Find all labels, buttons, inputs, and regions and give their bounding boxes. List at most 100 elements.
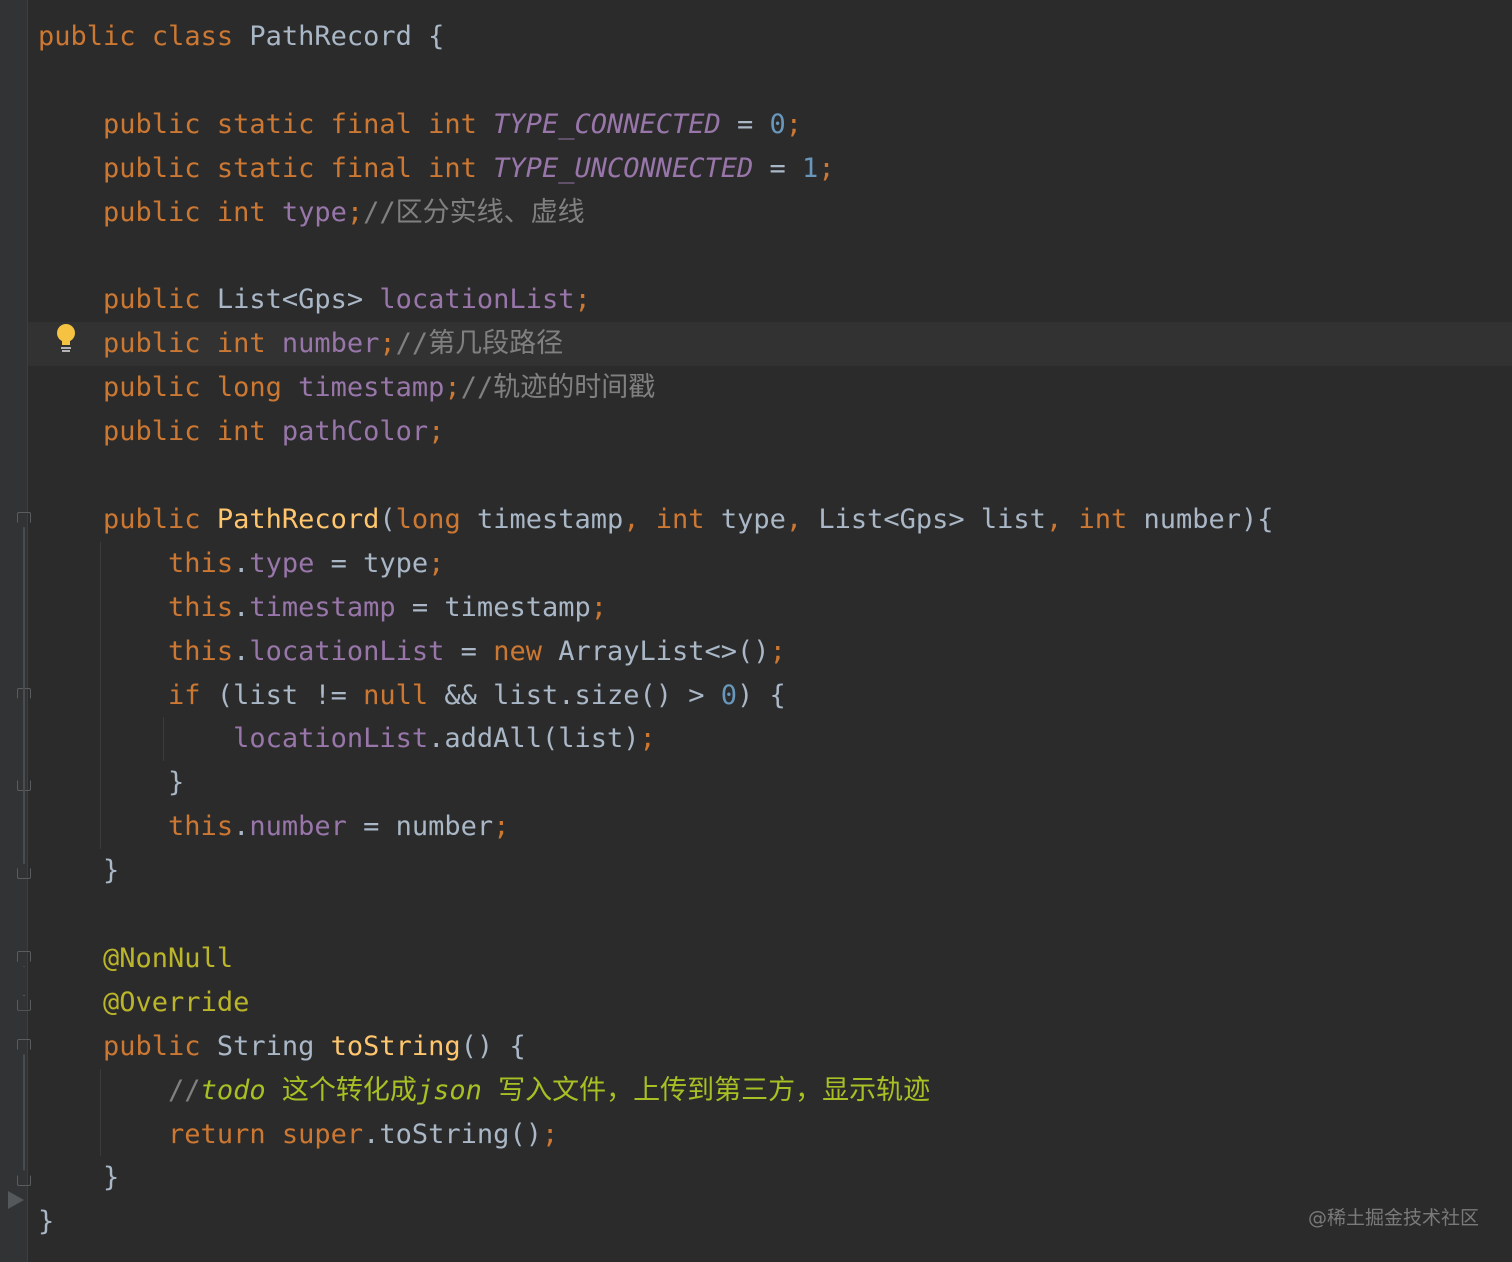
code-token: this (168, 591, 234, 623)
code-line[interactable]: } (38, 1156, 119, 1200)
code-line[interactable]: } (38, 761, 184, 805)
code-token: public (103, 503, 201, 535)
code-token: = number (346, 811, 494, 843)
code-token: ; (590, 591, 607, 623)
code-token: = type (314, 547, 429, 579)
code-token: . (233, 811, 250, 843)
code-token: ; (574, 284, 591, 316)
code-token: number (249, 811, 347, 843)
code-token: 0 (769, 108, 786, 140)
code-line[interactable]: return super.toString(); (38, 1113, 558, 1157)
code-token: int (655, 503, 705, 535)
code-token: number (281, 328, 380, 360)
indent-guide (100, 541, 102, 850)
code-token: @Override (103, 986, 250, 1018)
code-token: PathRecord (216, 503, 380, 535)
code-token: public int (103, 416, 266, 448)
code-editor[interactable]: public class PathRecord { public static … (0, 0, 1512, 1262)
code-token: } (38, 767, 185, 799)
code-line[interactable]: public class PathRecord { (38, 15, 444, 59)
code-line[interactable]: @Override (38, 981, 249, 1025)
code-line[interactable]: } (38, 1200, 54, 1244)
code-token: pathColor (281, 416, 429, 448)
indent-guide (100, 1068, 102, 1157)
code-token: timestamp (249, 591, 396, 623)
code-token: toString (330, 1030, 461, 1062)
code-line[interactable]: public int number;//第几段路径 (38, 322, 563, 366)
code-token: ; (818, 152, 835, 184)
code-token: locationList (233, 723, 429, 755)
code-token: . (233, 547, 250, 579)
code-token: public static final int (103, 152, 477, 184)
code-token: , (1045, 503, 1079, 535)
code-token: .toString() (363, 1118, 542, 1150)
code-line[interactable]: public PathRecord(long timestamp, int ty… (38, 498, 1274, 542)
code-token: long (395, 503, 461, 535)
code-token: type (249, 547, 315, 579)
code-token: ; (769, 635, 786, 667)
code-token: } (38, 1162, 120, 1194)
code-token: null (363, 679, 429, 711)
code-line[interactable]: public static final int TYPE_CONNECTED =… (38, 103, 802, 147)
code-line[interactable]: @NonNull (38, 937, 233, 981)
code-token: List<Gps> (200, 284, 380, 316)
code-token: } (38, 855, 120, 887)
code-line[interactable]: } (38, 849, 119, 893)
code-line[interactable]: this.type = type; (38, 542, 444, 586)
code-token: ) { (737, 679, 786, 711)
code-line[interactable]: locationList.addAll(list); (38, 717, 656, 761)
code-line[interactable]: public long timestamp;//轨迹的时间戳 (38, 366, 655, 410)
code-token: public long (103, 372, 282, 404)
code-line[interactable]: //todo 这个转化成json 写入文件，上传到第三方，显示轨迹 (38, 1069, 930, 1113)
code-line[interactable]: this.timestamp = timestamp; (38, 586, 607, 630)
code-token: && list.size() > (428, 679, 721, 711)
code-line[interactable]: public List<Gps> locationList; (38, 278, 591, 322)
code-line[interactable]: public int type;//区分实线、虚线 (38, 191, 585, 235)
code-line[interactable]: public String toString() { (38, 1025, 526, 1069)
code-token: //轨迹的时间戳 (460, 372, 656, 404)
code-token: super (281, 1118, 364, 1150)
code-token: = (753, 152, 803, 184)
code-line[interactable]: public static final int TYPE_UNCONNECTED… (38, 147, 835, 191)
code-token: int (1078, 503, 1128, 535)
code-token: @NonNull (103, 942, 234, 974)
fold-range-line (23, 527, 25, 864)
run-arrow-icon[interactable] (8, 1191, 24, 1209)
code-line[interactable]: this.number = number; (38, 805, 509, 849)
code-token: = (444, 635, 494, 667)
code-token: ; (428, 547, 445, 579)
code-line[interactable]: this.locationList = new ArrayList<>(); (38, 630, 786, 674)
code-token: List<Gps> list (818, 503, 1046, 535)
code-token: public int (103, 196, 266, 228)
code-token: ; (428, 416, 445, 448)
code-line[interactable]: if (list != null && list.size() > 0) { (38, 674, 786, 718)
code-line[interactable]: public int pathColor; (38, 410, 444, 454)
code-token: . (233, 591, 250, 623)
watermark: @稀土掘金技术社区 (1307, 1207, 1479, 1229)
code-token: locationList (249, 635, 445, 667)
code-token: TYPE_CONNECTED (493, 108, 721, 140)
lightbulb-icon[interactable] (54, 322, 78, 354)
code-token: if (168, 679, 201, 711)
code-token: json (416, 1074, 482, 1106)
indent-guide (162, 717, 164, 762)
